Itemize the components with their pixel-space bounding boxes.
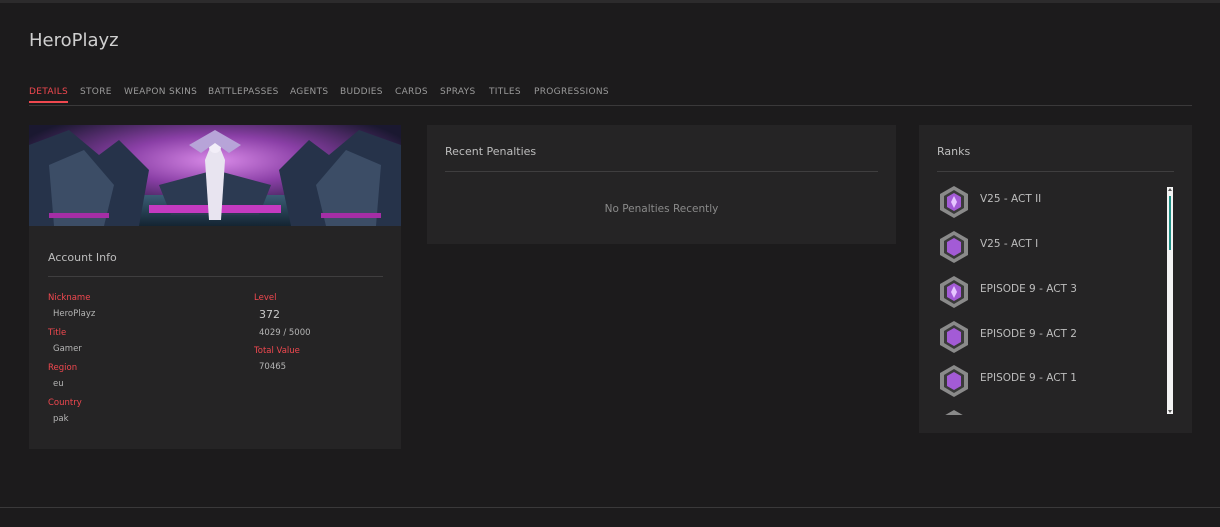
title-value: Gamer — [53, 344, 82, 354]
rank-item[interactable]: EPISODE 9 - ACT 1 — [933, 364, 1163, 400]
tab-agents[interactable]: AGENTS — [290, 87, 328, 97]
ascendant-rank-icon — [945, 410, 963, 415]
account-info-card: Account Info Nickname HeroPlayz Title Ga… — [29, 125, 401, 449]
nickname-value: HeroPlayz — [53, 309, 96, 319]
penalties-divider — [445, 171, 878, 172]
ascendant-rank-icon — [940, 231, 968, 263]
level-label: Level — [254, 293, 277, 303]
recent-penalties-title: Recent Penalties — [445, 145, 537, 158]
tab-cards[interactable]: CARDS — [395, 87, 428, 97]
rank-act-label: V25 - ACT I — [980, 238, 1039, 250]
rank-act-label: EPISODE 9 - ACT 1 — [980, 372, 1077, 384]
ascendant-rank-icon — [940, 321, 968, 353]
scrollbar-thumb[interactable] — [1169, 196, 1171, 250]
tab-sprays[interactable]: SPRAYS — [440, 87, 476, 97]
rank-act-label: EPISODE 9 - ACT 2 — [980, 328, 1077, 340]
top-bar — [0, 0, 1220, 3]
xp-value: 4029 / 5000 — [259, 328, 311, 338]
rank-item[interactable]: V25 - ACT I — [933, 230, 1163, 266]
scroll-up-arrow-icon[interactable] — [1168, 188, 1172, 191]
ascendant-rank-icon — [940, 186, 968, 218]
ranks-title: Ranks — [937, 145, 971, 158]
title-label: Title — [48, 328, 67, 338]
player-card-banner — [29, 125, 401, 226]
rank-item[interactable]: EPISODE 9 - ACT 2 — [933, 320, 1163, 356]
tab-progressions[interactable]: PROGRESSIONS — [534, 87, 609, 97]
account-info-title: Account Info — [48, 251, 117, 264]
ascendant-rank-icon — [940, 276, 968, 308]
rank-item[interactable]: EPISODE 9 - ACT 3 — [933, 275, 1163, 311]
rank-history-list[interactable]: V25 - ACT II V25 - ACT I EPISODE 9 - ACT… — [933, 185, 1163, 415]
rank-item[interactable]: V25 - ACT II — [933, 185, 1163, 221]
no-penalties-message: No Penalties Recently — [604, 203, 719, 215]
bottom-divider — [0, 507, 1220, 508]
rank-act-label: V25 - ACT II — [980, 193, 1042, 205]
ascendant-rank-icon — [940, 365, 968, 397]
tab-battlepasses[interactable]: BATTLEPASSES — [208, 87, 279, 97]
tab-store[interactable]: STORE — [80, 87, 112, 97]
scroll-down-arrow-icon[interactable] — [1168, 410, 1172, 413]
country-label: Country — [48, 398, 82, 408]
nickname-label: Nickname — [48, 293, 91, 303]
tab-titles[interactable]: TITLES — [489, 87, 521, 97]
tab-bar: DETAILS STORE WEAPON SKINS BATTLEPASSES … — [29, 87, 1192, 106]
region-value: eu — [53, 379, 64, 389]
page-title: HeroPlayz — [29, 30, 119, 51]
recent-penalties-card: Recent Penalties No Penalties Recently — [427, 125, 896, 244]
tab-weapon-skins[interactable]: WEAPON SKINS — [124, 87, 197, 97]
account-info-divider — [48, 276, 383, 277]
ranks-scrollbar[interactable] — [1167, 187, 1173, 414]
total-value-label: Total Value — [254, 346, 300, 356]
rank-act-label: EPISODE 9 - ACT 3 — [980, 283, 1077, 295]
tab-buddies[interactable]: BUDDIES — [340, 87, 383, 97]
country-value: pak — [53, 414, 69, 424]
ranks-divider — [937, 171, 1174, 172]
tab-details[interactable]: DETAILS — [29, 87, 69, 103]
region-label: Region — [48, 363, 78, 373]
total-value: 70465 — [259, 362, 287, 372]
rank-item[interactable] — [933, 409, 1163, 415]
ranks-card: Ranks V25 - ACT II V25 - ACT I EPISODE 9… — [919, 125, 1192, 433]
level-value: 372 — [259, 308, 280, 321]
